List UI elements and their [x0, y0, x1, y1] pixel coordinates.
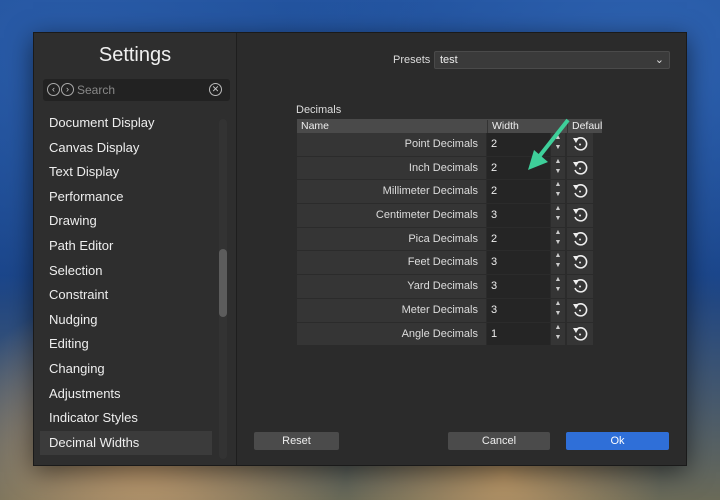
- sidebar-item-document-display[interactable]: Document Display: [34, 111, 224, 136]
- stepper-down-icon[interactable]: ▼: [551, 238, 565, 248]
- stepper-up-icon[interactable]: ▲: [551, 323, 565, 333]
- row-name: Point Decimals: [297, 133, 486, 156]
- width-input[interactable]: 3: [487, 251, 550, 275]
- stepper-down-icon[interactable]: ▼: [551, 214, 565, 224]
- reset-default-button[interactable]: [567, 227, 593, 251]
- reset-default-button[interactable]: [567, 298, 593, 322]
- search-input[interactable]: Search: [77, 83, 115, 97]
- reset-icon: [573, 231, 588, 246]
- sidebar-item-canvas-display[interactable]: Canvas Display: [34, 136, 224, 161]
- width-input[interactable]: 1: [487, 322, 550, 346]
- sidebar-item-drawing[interactable]: Drawing: [34, 209, 224, 234]
- stepper-up-icon[interactable]: ▲: [551, 251, 565, 261]
- stepper-up-icon[interactable]: ▲: [551, 180, 565, 190]
- reset-default-button[interactable]: [567, 251, 593, 275]
- annotation-arrow-icon: [528, 118, 570, 170]
- sidebar-item-changing[interactable]: Changing: [34, 357, 224, 382]
- chevron-down-icon: ⌄: [654, 54, 664, 66]
- sidebar-title: Settings: [98, 44, 172, 66]
- stepper-down-icon[interactable]: ▼: [551, 190, 565, 200]
- stepper-up-icon[interactable]: ▲: [551, 299, 565, 309]
- reset-button[interactable]: Reset: [254, 432, 339, 450]
- sidebar-item-path-editor[interactable]: Path Editor: [34, 234, 224, 259]
- cancel-button[interactable]: Cancel: [448, 432, 550, 450]
- sidebar-item-indicator-styles[interactable]: Indicator Styles: [34, 406, 224, 431]
- sidebar-item-nudging[interactable]: Nudging: [34, 308, 224, 333]
- reset-icon: [573, 302, 588, 317]
- reset-default-button[interactable]: [567, 322, 593, 346]
- table-row: Yard Decimals 3 ▲ ▼: [297, 275, 602, 299]
- sidebar-item-performance[interactable]: Performance: [34, 185, 224, 210]
- reset-icon: [573, 326, 588, 341]
- width-input[interactable]: 3: [487, 298, 550, 322]
- reset-icon: [573, 279, 588, 293]
- annotation-arrow-shaft: [536, 118, 570, 160]
- table-row: Millimeter Decimals 2 ▲ ▼: [297, 180, 602, 205]
- row-name: Angle Decimals: [297, 322, 486, 346]
- stepper-down-icon[interactable]: ▼: [551, 261, 565, 271]
- reset-default-button[interactable]: [567, 180, 593, 204]
- presets-select[interactable]: test ⌄: [434, 51, 670, 69]
- reset-icon: [573, 255, 588, 270]
- width-stepper[interactable]: ▲ ▼: [551, 180, 565, 204]
- settings-dialog: Settings ‹ › Search ✕ Document Display Ca…: [33, 32, 687, 466]
- presets-label: Presets: [393, 54, 431, 66]
- stepper-down-icon[interactable]: ▼: [551, 285, 565, 295]
- stepper-up-icon[interactable]: ▲: [551, 275, 565, 285]
- row-name: Feet Decimals: [297, 251, 486, 275]
- forward-arrow-icon[interactable]: ›: [61, 83, 74, 96]
- row-name: Pica Decimals: [297, 227, 486, 251]
- sidebar: Settings ‹ › Search ✕ Document Display Ca…: [34, 33, 237, 465]
- sidebar-item-editing[interactable]: Editing: [34, 332, 224, 357]
- sidebar-item-selection[interactable]: Selection: [34, 259, 224, 284]
- reset-default-button[interactable]: [567, 275, 593, 298]
- width-stepper[interactable]: ▲ ▼: [551, 204, 565, 227]
- reset-icon: [573, 184, 588, 198]
- width-input[interactable]: 3: [487, 204, 550, 227]
- stepper-up-icon[interactable]: ▲: [551, 228, 565, 238]
- width-stepper[interactable]: ▲ ▼: [551, 298, 565, 322]
- width-input[interactable]: 3: [487, 275, 550, 298]
- clear-search-icon[interactable]: ✕: [209, 83, 222, 96]
- stepper-up-icon[interactable]: ▲: [551, 204, 565, 214]
- sidebar-nav: Document Display Canvas Display Text Displ…: [34, 111, 224, 456]
- row-name: Meter Decimals: [297, 298, 486, 322]
- reset-default-button[interactable]: [567, 204, 593, 227]
- sidebar-item-decimal-widths[interactable]: Decimal Widths: [40, 430, 212, 456]
- width-stepper[interactable]: ▲ ▼: [551, 251, 565, 275]
- sidebar-scroll-thumb[interactable]: [219, 249, 227, 317]
- row-name: Millimeter Decimals: [297, 180, 486, 204]
- table-row: Meter Decimals 3 ▲ ▼: [297, 298, 602, 323]
- ok-button[interactable]: Ok: [566, 432, 669, 450]
- stepper-down-icon[interactable]: ▼: [551, 309, 565, 319]
- annotation-arrow-head: [528, 150, 548, 170]
- decimals-section-label: Decimals: [296, 104, 342, 116]
- width-stepper[interactable]: ▲ ▼: [551, 227, 565, 251]
- sidebar-item-constraint[interactable]: Constraint: [34, 283, 224, 308]
- sidebar-item-adjustments[interactable]: Adjustments: [34, 382, 224, 407]
- row-name: Centimeter Decimals: [297, 204, 486, 227]
- width-stepper[interactable]: ▲ ▼: [551, 322, 565, 346]
- width-input[interactable]: 2: [487, 180, 550, 204]
- sidebar-item-text-display[interactable]: Text Display: [34, 160, 224, 185]
- row-name: Yard Decimals: [297, 275, 486, 298]
- reset-icon: [573, 208, 588, 222]
- sidebar-scrollbar[interactable]: [219, 119, 227, 459]
- back-arrow-icon[interactable]: ‹: [47, 83, 60, 96]
- stepper-down-icon[interactable]: ▼: [551, 333, 565, 343]
- table-row: Pica Decimals 2 ▲ ▼: [297, 227, 602, 252]
- column-header-name: Name: [301, 120, 330, 132]
- width-stepper[interactable]: ▲ ▼: [551, 275, 565, 298]
- presets-value: test: [440, 54, 458, 66]
- table-row: Angle Decimals 1 ▲ ▼: [297, 322, 602, 347]
- row-name: Inch Decimals: [297, 156, 486, 180]
- table-row: Centimeter Decimals 3 ▲ ▼: [297, 204, 602, 228]
- table-row: Feet Decimals 3 ▲ ▼: [297, 251, 602, 276]
- search-box[interactable]: ‹ › Search ✕: [43, 79, 230, 101]
- width-input[interactable]: 2: [487, 227, 550, 251]
